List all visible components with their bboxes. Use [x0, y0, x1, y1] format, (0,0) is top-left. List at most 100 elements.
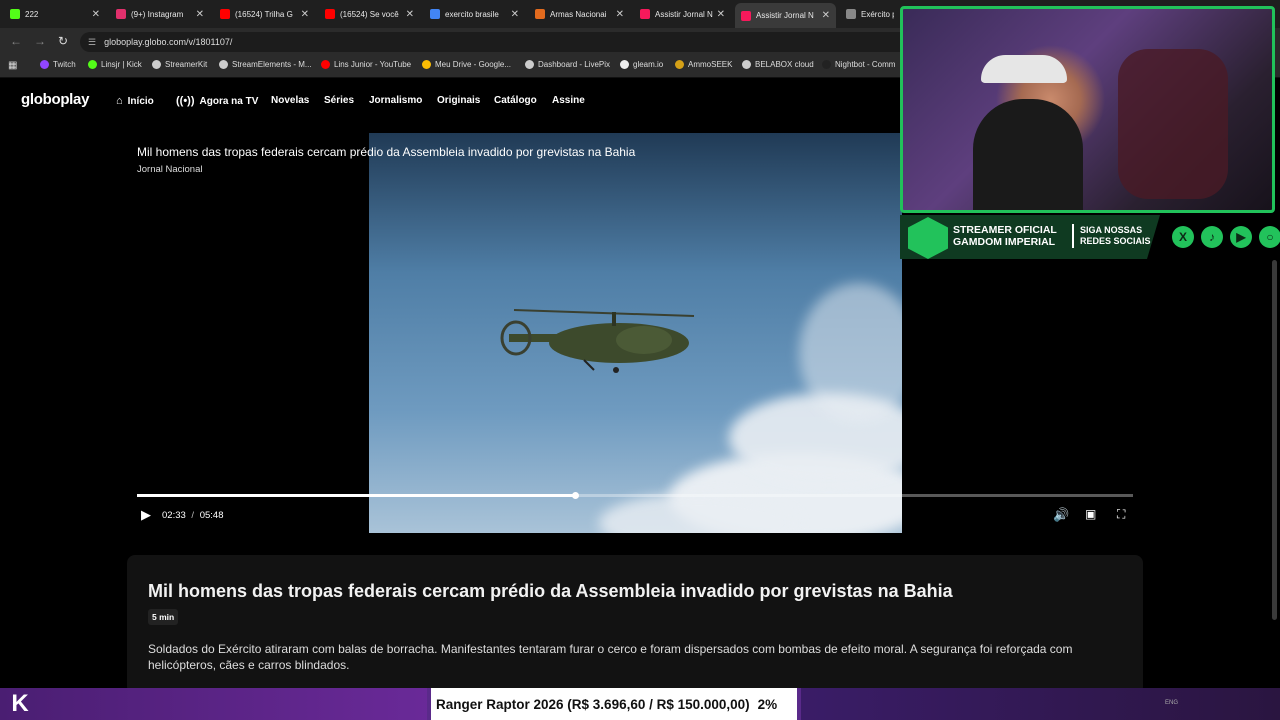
browser-tab[interactable]: Exército pa [840, 4, 900, 24]
progress-bar[interactable] [137, 492, 1133, 499]
apps-grid-icon[interactable]: ▦ [8, 60, 17, 71]
video-overlay-title: Mil homens das tropas federais cercam pr… [137, 145, 636, 159]
url-field[interactable]: ☰ globoplay.globo.com/v/1801107/ [80, 32, 920, 52]
bookmark-item[interactable]: StreamerKit [152, 60, 207, 69]
tab-title: exercito brasile [445, 9, 499, 19]
tab-title: (9+) Instagram [131, 9, 184, 19]
tab-close-icon[interactable]: ✕ [717, 9, 725, 20]
instagram-icon: ○ [1259, 226, 1280, 248]
browser-tab[interactable]: (16524) Se você ✕ [319, 4, 420, 24]
goal-item: Ranger Raptor 2026 (R$ 3.696,60 / R$ 150… [436, 696, 750, 712]
bookmark-label: AmmoSEEK [688, 60, 733, 69]
nav-originais[interactable]: Originais [437, 95, 480, 106]
tab-close-icon[interactable]: ✕ [301, 9, 309, 20]
browser-tab[interactable]: 222 ✕ [4, 4, 106, 24]
bookmark-item[interactable]: gleam.io [620, 60, 663, 69]
banner-line-2: GAMDOM IMPERIAL [953, 236, 1056, 248]
tab-title: Armas Nacionai [550, 9, 607, 19]
site-info-icon[interactable]: ☰ [88, 37, 96, 48]
nav-label: Início [127, 95, 154, 107]
bookmark-favicon-icon [675, 60, 684, 69]
tab-close-icon[interactable]: ✕ [616, 9, 624, 20]
bookmark-item[interactable]: Meu Drive - Google... [422, 60, 511, 69]
browser-tab[interactable]: exercito brasile ✕ [424, 4, 525, 24]
youtube-icon: ▶ [1230, 226, 1252, 248]
tiktok-icon: ♪ [1201, 226, 1223, 248]
goal-ticker: Ranger Raptor 2026 (R$ 3.696,60 / R$ 150… [427, 688, 801, 720]
tab-favicon-icon [535, 9, 545, 19]
bookmark-favicon-icon [321, 60, 330, 69]
globoplay-logo[interactable]: globoplay [21, 91, 89, 108]
back-arrow-icon[interactable]: ← [10, 34, 22, 48]
browser-tab[interactable]: Assistir Jornal N ✕ [735, 3, 836, 28]
tab-favicon-icon [325, 9, 335, 19]
progress-fill [137, 494, 576, 497]
time-display: 02:33 / 05:48 [162, 510, 223, 521]
tab-close-icon[interactable]: ✕ [406, 9, 414, 20]
nav-inicio[interactable]: ⌂ Início [116, 95, 154, 107]
nav-label: Assine [552, 95, 585, 106]
site-header: globoplay ⌂ Início ((•)) Agora na TV Nov… [0, 78, 900, 124]
helicopter-image [500, 309, 695, 373]
time-separator: / [191, 510, 195, 521]
nav-novelas[interactable]: Novelas [271, 95, 309, 106]
tab-close-icon[interactable]: ✕ [196, 9, 204, 20]
bookmark-item[interactable]: BELABOX cloud [742, 60, 814, 69]
video-overlay-program: Jornal Nacional [137, 164, 203, 175]
bookmark-favicon-icon [822, 60, 831, 69]
volume-icon[interactable]: 🔊 [1053, 507, 1069, 523]
url-text: globoplay.globo.com/v/1801107/ [104, 37, 233, 47]
bookmark-label: Nightbot - Comm [835, 60, 896, 69]
tab-close-icon[interactable]: ✕ [511, 9, 519, 20]
tab-title: 222 [25, 9, 39, 19]
bookmark-favicon-icon [152, 60, 161, 69]
video-frame[interactable] [369, 133, 902, 533]
page-scrollbar[interactable] [1272, 260, 1277, 620]
tab-title: (16524) Trilha G [235, 9, 293, 19]
banner-line-4: REDES SOCIAIS [1080, 236, 1151, 246]
tab-favicon-icon [640, 9, 650, 19]
play-icon[interactable]: ▶ [141, 507, 151, 523]
tab-close-icon[interactable]: ✕ [822, 10, 830, 21]
tab-title: Assistir Jornal N [756, 11, 814, 20]
nav-jornalismo[interactable]: Jornalismo [369, 95, 422, 106]
bookmark-item[interactable]: Twitch [40, 60, 76, 69]
bookmark-label: gleam.io [633, 60, 664, 69]
bookmark-favicon-icon [88, 60, 97, 69]
nav-agora-na-tv[interactable]: ((•)) Agora na TV [176, 95, 258, 107]
browser-tab[interactable]: Assistir Jornal N ✕ [634, 4, 731, 24]
broadcast-icon: ((•)) [176, 95, 195, 107]
bookmark-item[interactable]: Linsjr | Kick [88, 60, 142, 69]
tab-title: Exército pa [861, 9, 894, 19]
nav-label: Agora na TV [199, 95, 259, 107]
reload-icon[interactable]: ↻ [58, 34, 68, 48]
nav-catalogo[interactable]: Catálogo [494, 95, 537, 106]
bookmark-label: StreamElements - M... [232, 60, 312, 69]
bookmark-item[interactable]: StreamElements - M... [219, 60, 312, 69]
picture-in-picture-icon[interactable]: ▣ [1085, 507, 1096, 521]
bookmark-item[interactable]: Lins Junior - YouTube [321, 60, 411, 69]
nav-assine[interactable]: Assine [552, 95, 585, 106]
browser-tab[interactable]: (9+) Instagram ✕ [110, 4, 210, 24]
bookmark-item[interactable]: AmmoSEEK [675, 60, 732, 69]
bookmark-label: Meu Drive - Google... [435, 60, 512, 69]
browser-tab[interactable]: (16524) Trilha G ✕ [214, 4, 315, 24]
bookmark-favicon-icon [525, 60, 534, 69]
fullscreen-icon[interactable]: ⛶ [1117, 507, 1125, 522]
video-description: Soldados do Exército atiraram com balas … [148, 642, 1073, 672]
bookmark-label: Linsjr | Kick [101, 60, 142, 69]
goal-percent: 2% [757, 696, 778, 712]
forward-arrow-icon[interactable]: → [34, 34, 46, 48]
nav-label: Séries [324, 95, 355, 106]
video-title: Mil homens das tropas federais cercam pr… [148, 581, 953, 601]
browser-tab[interactable]: Armas Nacionai ✕ [529, 4, 630, 24]
nav-series[interactable]: Séries [324, 95, 354, 106]
bookmark-favicon-icon [742, 60, 751, 69]
banner-line-1: STREAMER OFICIAL [953, 224, 1057, 236]
tab-close-icon[interactable]: ✕ [92, 9, 100, 20]
tab-favicon-icon [220, 9, 230, 19]
bookmark-label: Dashboard - LivePix [538, 60, 611, 69]
bookmark-item[interactable]: Nightbot - Comm [822, 60, 895, 69]
bookmark-item[interactable]: Dashboard - LivePix [525, 60, 610, 69]
tab-favicon-icon [430, 9, 440, 19]
